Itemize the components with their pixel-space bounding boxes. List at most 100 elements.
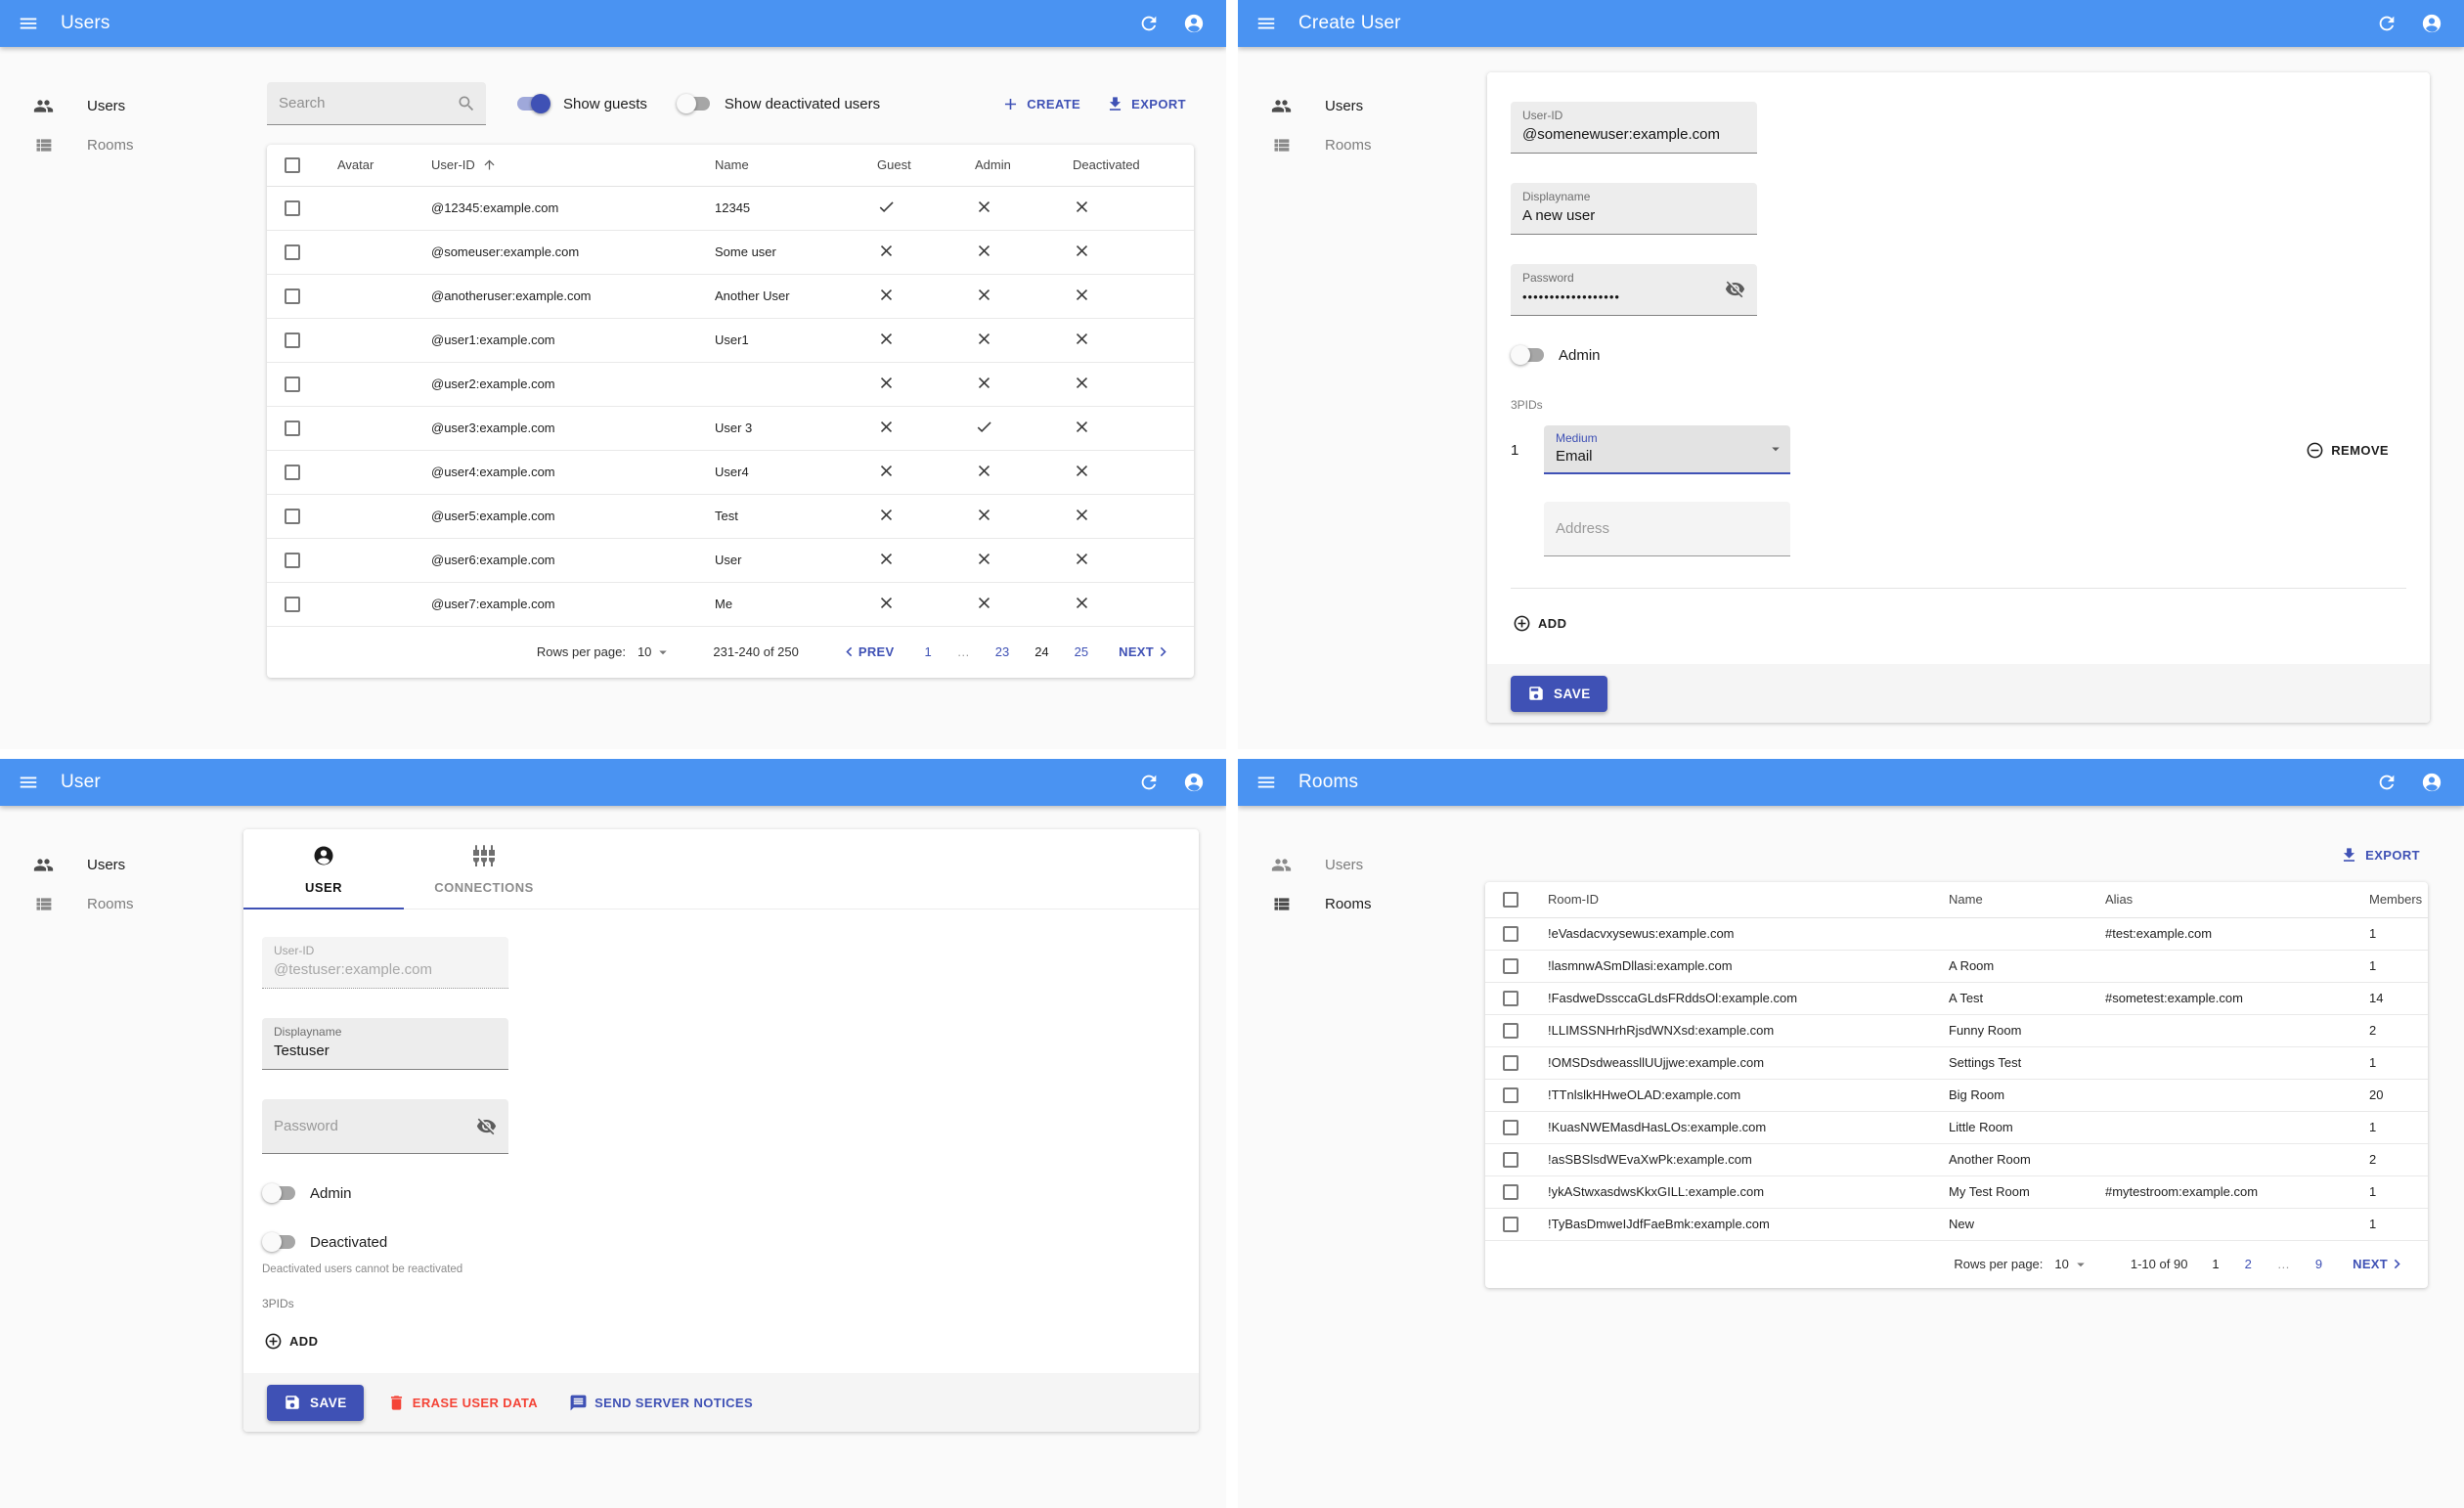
refresh-icon[interactable] bbox=[1134, 9, 1164, 38]
menu-icon[interactable] bbox=[14, 9, 43, 38]
col-admin[interactable]: Admin bbox=[959, 145, 1057, 187]
next-page-button[interactable]: NEXT bbox=[1113, 642, 1178, 662]
table-row[interactable]: @user1:example.com User1 bbox=[267, 318, 1194, 363]
search-input[interactable]: Search bbox=[267, 82, 486, 125]
tab-user[interactable]: USER bbox=[243, 829, 404, 909]
table-row[interactable]: !TyBasDmweIJdfFaeBmk:example.com New 1 bbox=[1485, 1208, 2428, 1241]
account-circle-icon[interactable] bbox=[1179, 9, 1209, 38]
account-circle-icon[interactable] bbox=[1179, 768, 1209, 797]
row-checkbox[interactable] bbox=[285, 200, 300, 216]
table-row[interactable]: @user5:example.com Test bbox=[267, 494, 1194, 539]
sidebar-item-rooms[interactable]: Rooms bbox=[1238, 884, 1473, 923]
page-button[interactable]: 23 bbox=[995, 644, 1009, 659]
displayname-field[interactable]: Displayname Testuser bbox=[262, 1018, 508, 1070]
address-field[interactable]: Address bbox=[1544, 502, 1790, 556]
sidebar-item-users[interactable]: Users bbox=[0, 86, 235, 125]
prev-page-button[interactable]: PREV bbox=[834, 642, 901, 662]
select-all-checkbox[interactable] bbox=[1503, 892, 1518, 909]
row-checkbox[interactable] bbox=[285, 332, 300, 348]
row-checkbox[interactable] bbox=[1503, 1119, 1518, 1135]
refresh-icon[interactable] bbox=[1134, 768, 1164, 797]
row-checkbox[interactable] bbox=[1503, 1022, 1518, 1039]
eye-off-icon[interactable] bbox=[1725, 279, 1745, 299]
table-row[interactable]: !FasdweDssccaGLdsFRddsOl:example.com A Te… bbox=[1485, 982, 2428, 1015]
table-row[interactable]: @someuser:example.com Some user bbox=[267, 230, 1194, 275]
sidebar-item-rooms[interactable]: Rooms bbox=[0, 884, 235, 923]
show-deactivated-toggle[interactable] bbox=[676, 94, 712, 113]
displayname-field[interactable]: Displayname A new user bbox=[1511, 183, 1757, 235]
sidebar-item-users[interactable]: Users bbox=[0, 845, 235, 884]
page-button[interactable]: 9 bbox=[2315, 1257, 2322, 1271]
table-row[interactable]: !OMSDsdweassllUUjjwe:example.com Settings… bbox=[1485, 1046, 2428, 1080]
table-row[interactable]: @user6:example.com User bbox=[267, 538, 1194, 583]
col-alias[interactable]: Alias bbox=[2090, 882, 2354, 918]
table-row[interactable]: @anotheruser:example.com Another User bbox=[267, 274, 1194, 319]
row-checkbox[interactable] bbox=[1503, 957, 1518, 974]
sidebar-item-users[interactable]: Users bbox=[1238, 86, 1473, 125]
select-all-checkbox[interactable] bbox=[285, 157, 300, 174]
save-button[interactable]: SAVE bbox=[267, 1384, 364, 1421]
password-field[interactable]: Password bbox=[262, 1099, 508, 1154]
remove-pid-button[interactable]: REMOVE bbox=[2298, 435, 2397, 466]
sidebar-item-rooms[interactable]: Rooms bbox=[1238, 125, 1473, 164]
user-id-field[interactable]: User-ID @somenewuser:example.com bbox=[1511, 102, 1757, 154]
menu-icon[interactable] bbox=[1252, 9, 1281, 38]
col-room-id[interactable]: Room-ID bbox=[1532, 882, 1933, 918]
account-circle-icon[interactable] bbox=[2417, 768, 2446, 797]
table-row[interactable]: !ykAStwxasdwsKkxGILL:example.com My Test … bbox=[1485, 1175, 2428, 1209]
table-row[interactable]: !KuasNWEMasdHasLOs:example.com Little Roo… bbox=[1485, 1111, 2428, 1144]
col-deactivated[interactable]: Deactivated bbox=[1057, 145, 1194, 187]
table-row[interactable]: @user4:example.com User4 bbox=[267, 450, 1194, 495]
table-row[interactable]: !eVasdacvxysewus:example.com #test:exampl… bbox=[1485, 917, 2428, 951]
deactivated-toggle[interactable] bbox=[262, 1232, 297, 1252]
table-row[interactable]: @user7:example.com Me bbox=[267, 582, 1194, 627]
table-row[interactable]: @user2:example.com bbox=[267, 362, 1194, 407]
export-button[interactable]: EXPORT bbox=[2332, 840, 2428, 870]
row-checkbox[interactable] bbox=[285, 596, 300, 612]
page-button[interactable]: 25 bbox=[1075, 644, 1088, 659]
row-checkbox[interactable] bbox=[1503, 1216, 1518, 1232]
table-row[interactable]: @user3:example.com User 3 bbox=[267, 406, 1194, 451]
save-button[interactable]: SAVE bbox=[1511, 675, 1607, 712]
table-row[interactable]: !TTnlslkHHweOLAD:example.com Big Room 20 bbox=[1485, 1079, 2428, 1112]
erase-user-data-button[interactable]: ERASE USER DATA bbox=[379, 1388, 546, 1418]
row-checkbox[interactable] bbox=[1503, 1054, 1518, 1071]
row-checkbox[interactable] bbox=[285, 464, 300, 480]
add-pid-button[interactable]: ADD bbox=[1505, 608, 1574, 639]
col-guest[interactable]: Guest bbox=[861, 145, 959, 187]
add-pid-button[interactable]: ADD bbox=[256, 1326, 326, 1356]
table-row[interactable]: !LLIMSSNHrhRjsdWNXsd:example.com Funny Ro… bbox=[1485, 1014, 2428, 1047]
sidebar-item-users[interactable]: Users bbox=[1238, 845, 1473, 884]
refresh-icon[interactable] bbox=[2372, 768, 2401, 797]
row-checkbox[interactable] bbox=[285, 244, 300, 260]
send-server-notices-button[interactable]: SEND SERVER NOTICES bbox=[561, 1388, 761, 1418]
col-members[interactable]: Members bbox=[2354, 882, 2428, 918]
col-name[interactable]: Name bbox=[1933, 882, 2090, 918]
medium-select[interactable]: Medium Email bbox=[1544, 425, 1790, 474]
export-button[interactable]: EXPORT bbox=[1098, 89, 1194, 119]
row-checkbox[interactable] bbox=[1503, 925, 1518, 942]
tab-connections[interactable]: CONNECTIONS bbox=[404, 829, 564, 909]
password-field[interactable]: Password •••••••••••••••••• bbox=[1511, 264, 1757, 316]
row-checkbox[interactable] bbox=[285, 376, 300, 392]
col-user-id[interactable]: User-ID bbox=[416, 145, 699, 187]
menu-icon[interactable] bbox=[14, 768, 43, 797]
row-checkbox[interactable] bbox=[285, 508, 300, 524]
table-row[interactable]: !asSBSlsdWEvaXwPk:example.com Another Roo… bbox=[1485, 1143, 2428, 1176]
row-checkbox[interactable] bbox=[285, 420, 300, 436]
page-button[interactable]: 1 bbox=[924, 644, 931, 659]
row-checkbox[interactable] bbox=[285, 288, 300, 304]
table-row[interactable]: !lasmnwASmDllasi:example.com A Room 1 bbox=[1485, 950, 2428, 983]
rows-per-page-select[interactable]: 10 bbox=[2054, 1256, 2089, 1273]
create-button[interactable]: CREATE bbox=[993, 89, 1088, 119]
row-checkbox[interactable] bbox=[1503, 1087, 1518, 1103]
sidebar-item-rooms[interactable]: Rooms bbox=[0, 125, 235, 164]
table-row[interactable]: @12345:example.com 12345 bbox=[267, 186, 1194, 231]
rows-per-page-select[interactable]: 10 bbox=[638, 643, 672, 661]
col-name[interactable]: Name bbox=[699, 145, 861, 187]
admin-toggle[interactable] bbox=[1511, 345, 1546, 365]
menu-icon[interactable] bbox=[1252, 768, 1281, 797]
next-page-button[interactable]: NEXT bbox=[2347, 1254, 2412, 1274]
row-checkbox[interactable] bbox=[1503, 1151, 1518, 1168]
row-checkbox[interactable] bbox=[1503, 990, 1518, 1006]
